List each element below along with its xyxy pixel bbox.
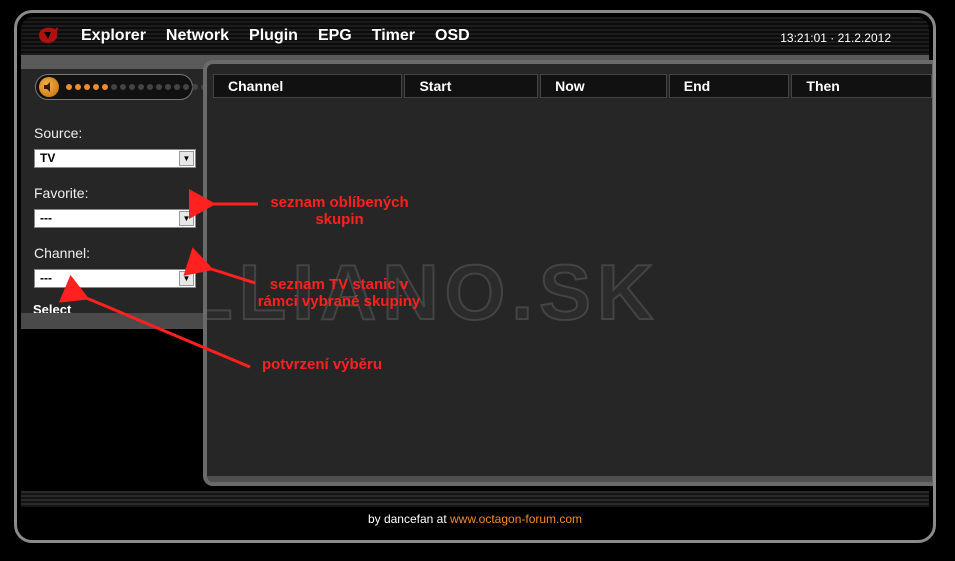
annotation-favorite: seznam oblíbených skupin [270, 194, 409, 228]
arrow-select [58, 275, 251, 369]
arrow-channel [183, 247, 256, 285]
annotation-arrows [58, 189, 258, 369]
annotation-select: potvrzení výběru [261, 356, 383, 373]
annotation-channel: seznam TV stanic v rámci vybrané skupiny [257, 276, 421, 310]
